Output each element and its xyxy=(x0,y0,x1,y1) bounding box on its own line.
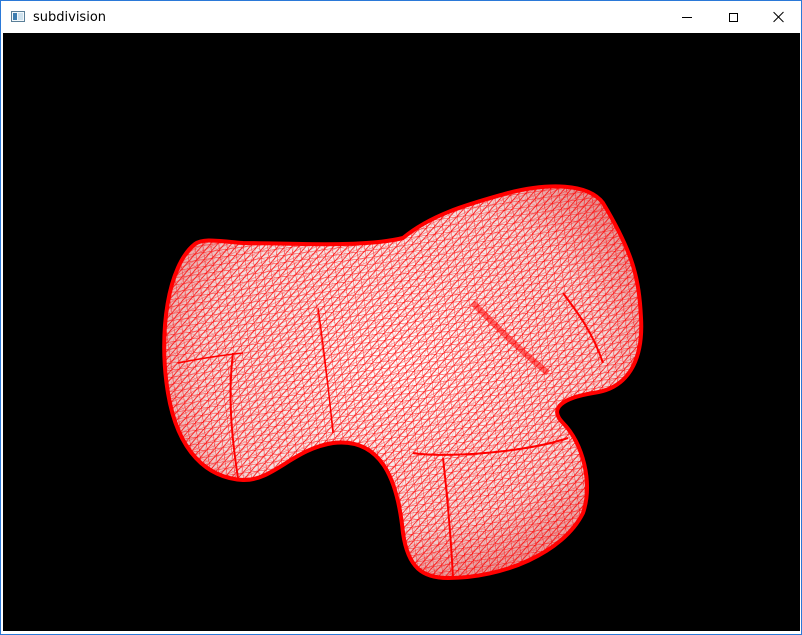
title-bar[interactable]: subdivision xyxy=(1,1,801,33)
window-title: subdivision xyxy=(33,10,107,25)
subdivision-mesh xyxy=(162,184,644,581)
minimize-icon xyxy=(682,16,692,18)
maximize-button[interactable] xyxy=(710,1,756,33)
application-window-icon[interactable] xyxy=(11,11,25,22)
maximize-icon xyxy=(728,12,738,22)
close-button[interactable] xyxy=(756,1,801,33)
render-viewport[interactable] xyxy=(3,33,800,631)
application-window: subdivision xyxy=(0,0,802,635)
mesh-canvas xyxy=(162,184,644,581)
close-icon xyxy=(773,11,785,23)
minimize-button[interactable] xyxy=(664,1,710,33)
